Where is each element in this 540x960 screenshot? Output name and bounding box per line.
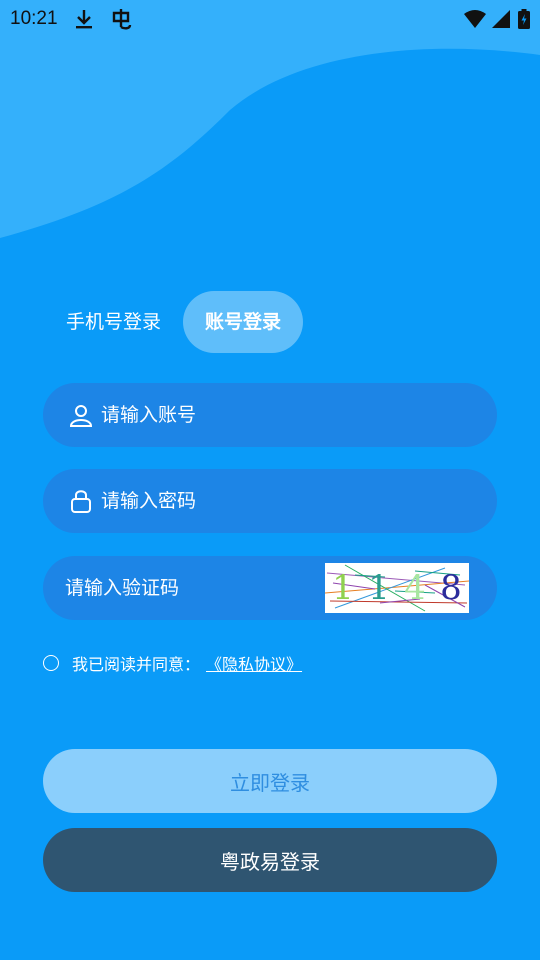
captcha-digit: 1 [332, 568, 354, 608]
privacy-policy-link[interactable]: 《隐私协议》 [206, 651, 302, 675]
bug-icon [110, 7, 134, 31]
tab-phone-login[interactable]: 手机号登录 [44, 291, 183, 353]
agree-text: 我已阅读并同意： [72, 655, 201, 674]
signal-icon [492, 10, 512, 28]
captcha-digits: 1 1 4 8 [325, 563, 469, 613]
battery-icon [518, 9, 530, 29]
captcha-field[interactable]: 1 1 4 8 [43, 556, 497, 620]
login-button[interactable]: 立即登录 [43, 749, 497, 813]
captcha-digit: 1 [368, 568, 390, 608]
captcha-input[interactable] [65, 577, 285, 599]
yuezhengyi-login-button[interactable]: 粤政易登录 [43, 828, 497, 892]
status-bar: 10:21 [0, 0, 540, 38]
captcha-image[interactable]: 1 1 4 8 [325, 563, 469, 613]
privacy-agreement: 我已阅读并同意： 《隐私协议》 [43, 650, 302, 676]
password-input[interactable] [101, 490, 401, 512]
account-field[interactable] [43, 383, 497, 447]
captcha-digit: 4 [404, 568, 426, 608]
lock-icon [69, 489, 93, 513]
user-icon [69, 403, 93, 427]
download-icon [74, 8, 94, 30]
login-tabs: 手机号登录 账号登录 [44, 291, 304, 353]
captcha-digit: 8 [440, 568, 462, 608]
agree-radio[interactable] [43, 655, 59, 671]
header-wave-background [0, 0, 540, 238]
password-field[interactable] [43, 469, 497, 533]
wifi-icon [464, 10, 486, 28]
account-input[interactable] [101, 404, 401, 426]
tab-account-login[interactable]: 账号登录 [183, 291, 304, 353]
status-time: 10:21 [10, 8, 58, 29]
